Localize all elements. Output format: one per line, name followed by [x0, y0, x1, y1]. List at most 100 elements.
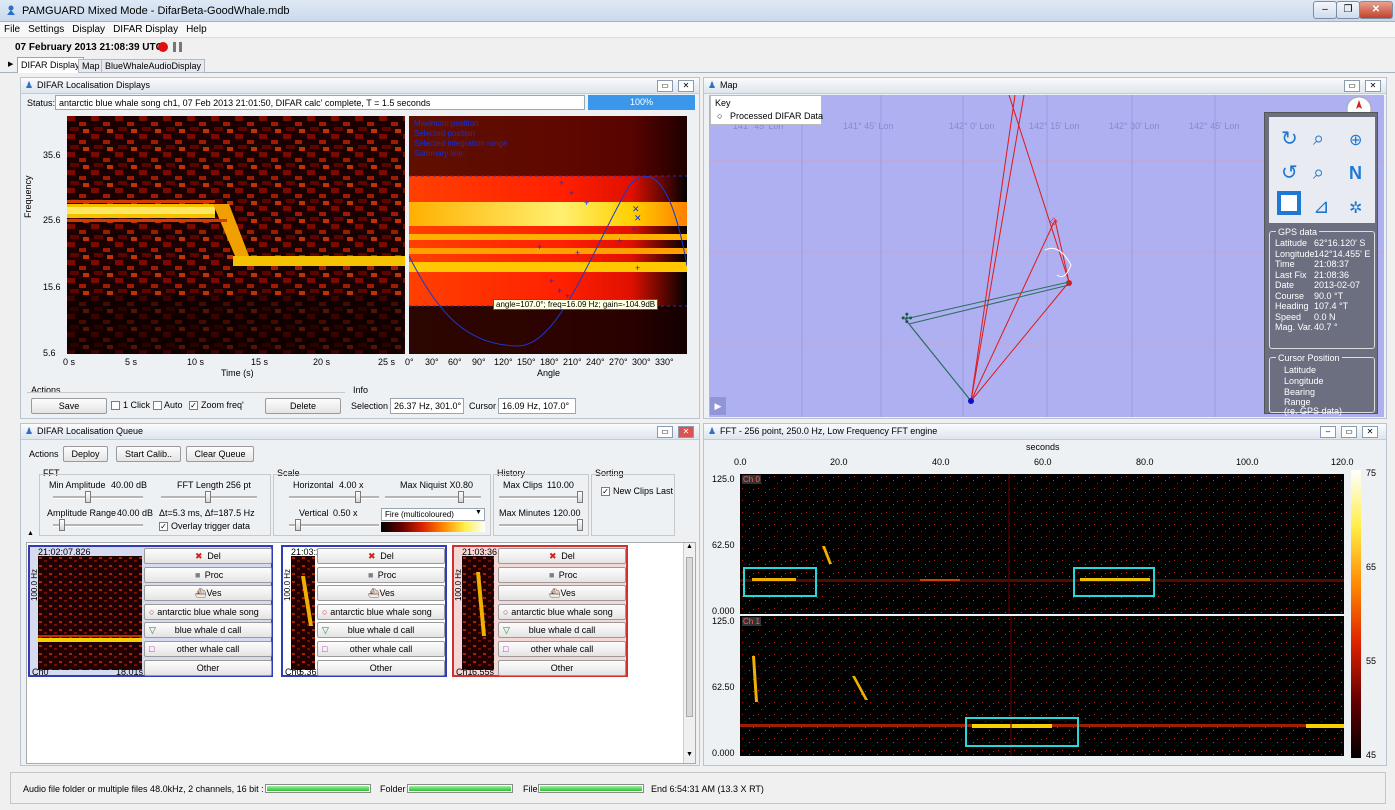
antarctic-blue-whale-song-button[interactable]: ○ antarctic blue whale song	[144, 603, 272, 620]
difar-angle-plot[interactable]: + + + + + + + + + ✕ ✕ + + Maximum position Selec…	[409, 116, 687, 354]
panel-restore-icon[interactable]: ▭	[1341, 426, 1357, 438]
other-button-label: Other	[550, 662, 574, 673]
cursor-label: Cursor	[469, 401, 497, 411]
scroll-down-icon[interactable]: ▼	[686, 751, 693, 758]
menu-file[interactable]: File	[0, 22, 24, 37]
fft-spectrogram-ch1[interactable]: Ch 1	[740, 616, 1344, 756]
delete-icon: ✖	[549, 551, 557, 561]
delete-button[interactable]: Delete	[265, 398, 341, 414]
max-niquist-slider[interactable]	[458, 491, 464, 503]
clip-spectrogram[interactable]	[291, 556, 315, 670]
blue-whale-d-call-button[interactable]: ▽ blue whale d call	[498, 622, 626, 639]
one-click-checkbox[interactable]	[111, 401, 120, 410]
panel-close-icon[interactable]: ✕	[678, 426, 694, 438]
antarctic-blue-whale-song-button[interactable]: ○ antarctic blue whale song	[498, 603, 626, 620]
vertical-slider[interactable]	[295, 519, 301, 531]
chevron-down-icon[interactable]: ▼	[475, 509, 482, 516]
minimize-icon[interactable]: –	[1313, 1, 1337, 19]
menu-settings[interactable]: Settings	[24, 22, 68, 37]
svg-text:+: +	[537, 242, 542, 252]
menu-display[interactable]: Display	[68, 22, 109, 37]
panel-close-icon[interactable]: ✕	[1362, 426, 1378, 438]
panel-icon: ♟	[708, 426, 717, 436]
max-clips-slider[interactable]	[577, 491, 583, 503]
selection-field: 26.37 Hz, 301.0°	[390, 398, 464, 414]
zoom-freq-checkbox[interactable]: ✓	[189, 401, 198, 410]
other-whale-call-button[interactable]: □ other whale call	[144, 641, 272, 657]
maximize-icon[interactable]: ❐	[1336, 1, 1360, 19]
x-tick: 20.0	[830, 457, 848, 467]
blue-whale-d-call-button[interactable]: ▽ blue whale d call	[144, 622, 272, 639]
fft-length-slider[interactable]	[205, 491, 211, 503]
clear-queue-button[interactable]: Clear Queue	[186, 446, 254, 462]
min-amp-slider[interactable]	[85, 491, 91, 503]
deploy-button[interactable]: Deploy	[63, 446, 108, 462]
close-icon[interactable]: ✕	[1359, 1, 1393, 19]
map-titlebar: ♟ Map ▭ ✕	[704, 78, 1386, 94]
rotate-cw-icon: ↻	[1281, 128, 1298, 150]
square-marker-icon: □	[503, 644, 509, 654]
menu-difar-display[interactable]: DIFAR Display	[109, 22, 182, 37]
blue-whale-d-call-button-label: blue whale d call	[528, 625, 596, 636]
del-button[interactable]: ✖ Del	[144, 548, 272, 564]
auto-checkbox[interactable]	[153, 401, 162, 410]
panel-close-icon[interactable]: ✕	[1365, 80, 1381, 92]
time-axis-label: Time (s)	[221, 368, 254, 378]
clip-list-scrollbar[interactable]: ▲ ▼	[683, 543, 695, 763]
blue-whale-d-call-button[interactable]: ▽ blue whale d call	[317, 622, 445, 639]
antarctic-blue-whale-song-button[interactable]: ○ antarctic blue whale song	[317, 603, 445, 620]
tab-scroll-arrow-icon[interactable]: ▶	[8, 60, 13, 68]
other-button[interactable]: Other	[317, 659, 445, 676]
colour-map-select[interactable]: Fire (multicoloured)	[381, 508, 485, 521]
record-icon[interactable]	[158, 42, 168, 52]
tab-map[interactable]: Map	[78, 59, 104, 73]
ves-button[interactable]: ⛴ Ves	[317, 585, 445, 602]
clip-card-3[interactable]: 21:03:36 100.0 Hz Ch1 6.55s ✖ Del ■ Proc ⛴ Ve…	[452, 545, 628, 677]
map-panel-toggle-icon[interactable]: ▶	[710, 397, 726, 415]
menu-help[interactable]: Help	[182, 22, 211, 37]
tab-bluewhale-audio[interactable]: BlueWhaleAudioDisplay	[101, 59, 206, 73]
ves-button[interactable]: ⛴ Ves	[144, 585, 272, 602]
clip-buttons: ✖ Del ■ Proc ⛴ Ves ○ antarctic blue whale song ▽…	[498, 547, 628, 677]
scroll-up-icon[interactable]: ▲	[686, 543, 693, 550]
clip-spectrogram[interactable]	[462, 556, 494, 670]
overlay-checkbox[interactable]: ✓	[159, 522, 168, 531]
clip-spectrogram[interactable]	[38, 556, 142, 670]
tab-difar-display[interactable]: DIFAR Display	[17, 57, 84, 73]
scroll-thumb[interactable]	[686, 557, 693, 717]
other-button[interactable]: Other	[144, 659, 272, 676]
fft-colorbar	[1351, 470, 1361, 758]
difar-spectrogram[interactable]	[67, 116, 405, 354]
proc-button[interactable]: ■ Proc	[317, 566, 445, 583]
clock-bar: 07 February 2013 21:08:39 UTC	[0, 38, 1395, 57]
max-minutes-slider[interactable]	[577, 519, 583, 531]
other-whale-call-button[interactable]: □ other whale call	[498, 641, 626, 657]
folder-label: Folder	[380, 784, 406, 794]
ves-button[interactable]: ⛴ Ves	[498, 585, 626, 602]
panel-restore-icon[interactable]: ▭	[657, 426, 673, 438]
horizontal-slider[interactable]	[355, 491, 361, 503]
pause-icon[interactable]	[173, 42, 183, 52]
collapse-arrow-icon[interactable]: ▲	[27, 530, 34, 537]
new-clips-last-checkbox[interactable]: ✓	[601, 487, 610, 496]
clip-card-2[interactable]: 21:03:2 100.0 Hz Ch0 5.36s ✖ Del ■ Proc ⛴ Ves…	[281, 545, 447, 677]
del-button[interactable]: ✖ Del	[317, 548, 445, 564]
panel-close-icon[interactable]: ✕	[678, 80, 694, 92]
clip-card-1[interactable]: 21:02:07.826 100.0 Hz Ch0 18.01s ✖ Del ■ Pr…	[28, 545, 273, 677]
proc-button[interactable]: ■ Proc	[498, 566, 626, 583]
fft-spectrogram-ch0[interactable]: Ch 0	[740, 474, 1344, 614]
ch1-label: Ch 1	[742, 617, 761, 626]
save-button[interactable]: Save	[31, 398, 107, 414]
max-clips-label: Max Clips	[503, 480, 543, 490]
start-calib-button[interactable]: Start Calib..	[116, 446, 181, 462]
gps-data-box: GPS data Latitude 62°16.120' S Longitude 14…	[1269, 227, 1375, 349]
del-button[interactable]: ✖ Del	[498, 548, 626, 564]
other-whale-call-button[interactable]: □ other whale call	[317, 641, 445, 657]
panel-restore-icon[interactable]: ▭	[657, 80, 673, 92]
panel-restore-icon[interactable]: ▭	[1344, 80, 1360, 92]
other-button[interactable]: Other	[498, 659, 626, 676]
legend-max-position: Maximum position	[414, 119, 478, 128]
amp-range-slider[interactable]	[59, 519, 65, 531]
proc-button[interactable]: ■ Proc	[144, 566, 272, 583]
panel-minimize-icon[interactable]: –	[1320, 426, 1336, 438]
